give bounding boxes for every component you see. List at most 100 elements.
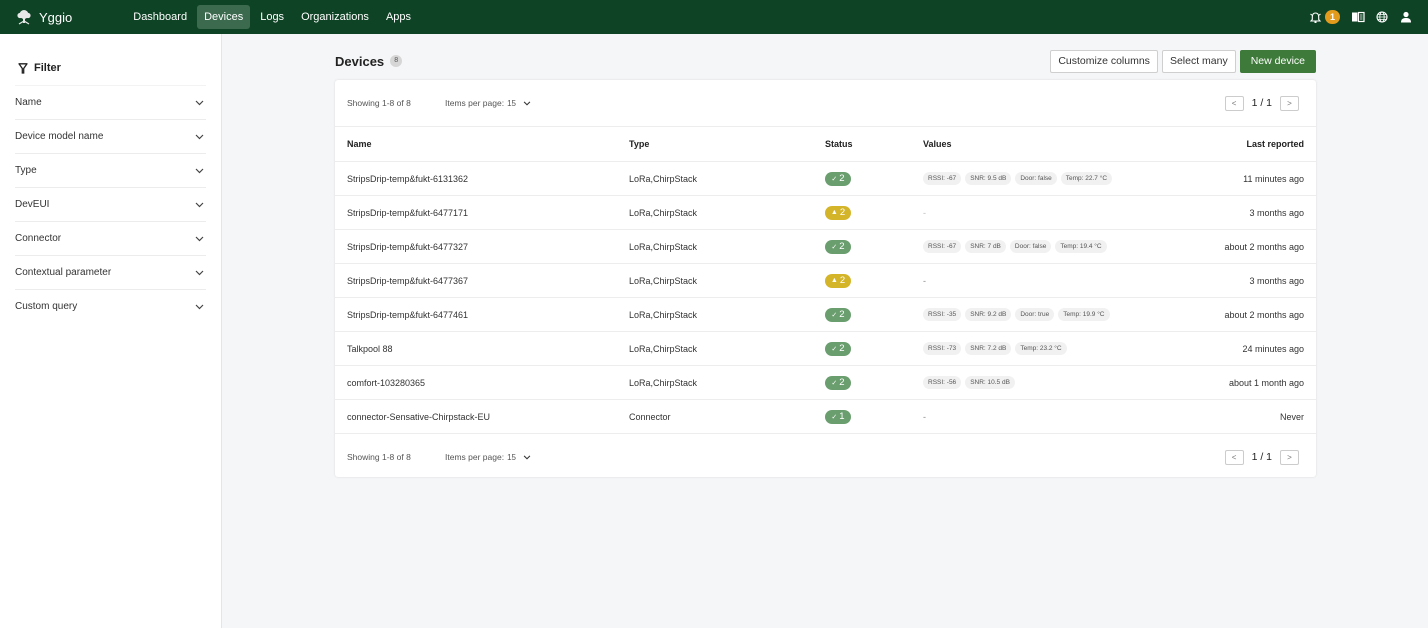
status-cell: ▲ 2 <box>813 263 911 298</box>
values-cell: - <box>911 195 1186 230</box>
status-badge[interactable]: ✓ 2 <box>825 341 851 356</box>
filter-deveui[interactable]: DevEUI <box>15 187 206 221</box>
device-type: LoRa,ChirpStack <box>617 365 813 400</box>
table-row[interactable]: connector-Sensative-Chirpstack-EU Connect… <box>335 399 1316 434</box>
column-header-type[interactable]: Type <box>617 126 813 162</box>
status-badge[interactable]: ▲ 2 <box>825 205 851 220</box>
notifications-button[interactable]: 1 <box>1306 7 1340 27</box>
select-many-button[interactable]: Select many <box>1161 49 1236 73</box>
device-name[interactable]: comfort-103280365 <box>335 365 617 400</box>
column-header-name[interactable]: Name <box>335 126 617 162</box>
status-count: 1 <box>839 411 845 422</box>
table-header-row: Name Type Status Values Last reported <box>335 126 1316 162</box>
table-row[interactable]: StripsDrip-temp&fukt-6477461 LoRa,ChirpSt… <box>335 297 1316 332</box>
check-icon: ✓ <box>831 311 838 319</box>
next-page-button[interactable]: > <box>1280 449 1299 465</box>
filter-device-model-name[interactable]: Device model name <box>15 119 206 153</box>
status-count: 2 <box>839 173 845 184</box>
device-name[interactable]: StripsDrip-temp&fukt-6477367 <box>335 263 617 298</box>
table-row[interactable]: comfort-103280365 LoRa,ChirpStack ✓ 2 RSSI: … <box>335 365 1316 400</box>
device-type: Connector <box>617 399 813 434</box>
values-cell: RSSI: -73 SNR: 7.2 dB Temp: 23.2 °C <box>911 331 1186 366</box>
nav-dashboard[interactable]: Dashboard <box>126 5 194 29</box>
main-nav: Dashboard Devices Logs Organizations App… <box>126 5 421 29</box>
device-name[interactable]: StripsDrip-temp&fukt-6477171 <box>335 195 617 230</box>
status-badge[interactable]: ✓ 2 <box>825 375 851 390</box>
values-cell: RSSI: -56 SNR: 10.5 dB <box>911 365 1186 400</box>
table-row[interactable]: StripsDrip-temp&fukt-6131362 LoRa,ChirpSt… <box>335 161 1316 196</box>
filter-custom-query[interactable]: Custom query <box>15 289 206 323</box>
status-count: 2 <box>839 275 846 286</box>
filter-connector[interactable]: Connector <box>15 221 206 255</box>
status-badge[interactable]: ✓ 2 <box>825 239 851 254</box>
column-header-status[interactable]: Status <box>813 126 911 162</box>
globe-icon[interactable] <box>1370 7 1394 27</box>
nav-devices[interactable]: Devices <box>197 5 251 29</box>
device-name[interactable]: connector-Sensative-Chirpstack-EU <box>335 399 617 434</box>
top-right-actions: 1 <box>1306 0 1428 34</box>
device-type: LoRa,ChirpStack <box>617 229 813 264</box>
filter-contextual-parameter[interactable]: Contextual parameter <box>15 255 206 289</box>
user-icon[interactable] <box>1394 7 1418 27</box>
filter-list: Name Device model name Type DevEUI Conne… <box>15 85 206 323</box>
last-reported: 11 minutes ago <box>1185 161 1316 196</box>
status-cell: ✓ 2 <box>813 297 911 332</box>
device-name[interactable]: StripsDrip-temp&fukt-6477327 <box>335 229 617 264</box>
device-name[interactable]: Talkpool 88 <box>335 331 617 366</box>
items-per-page-select[interactable]: Items per page: 15 <box>445 98 534 108</box>
items-per-page-select[interactable]: Items per page: 15 <box>445 452 534 462</box>
filter-label: Connector <box>15 233 62 244</box>
value-chip: SNR: 9.2 dB <box>965 308 1012 321</box>
table-row[interactable]: Talkpool 88 LoRa,ChirpStack ✓ 2 RSSI: -73 SNR… <box>335 331 1316 366</box>
value-chip: Door: false <box>1015 172 1057 185</box>
device-name[interactable]: StripsDrip-temp&fukt-6131362 <box>335 161 617 196</box>
book-icon[interactable] <box>1346 7 1370 27</box>
filter-type[interactable]: Type <box>15 153 206 187</box>
page-indicator: 1 / 1 <box>1251 97 1272 109</box>
warning-icon: ▲ <box>830 277 838 284</box>
empty-values: - <box>923 207 926 218</box>
last-reported: 24 minutes ago <box>1185 331 1316 366</box>
filter-icon <box>18 62 28 74</box>
status-cell: ✓ 2 <box>813 161 911 196</box>
chevron-down-icon <box>194 234 204 244</box>
pagination-bottom: Showing 1-8 of 8 Items per page: 15 < 1 … <box>335 434 1316 480</box>
column-header-values[interactable]: Values <box>911 126 1186 162</box>
customize-columns-button[interactable]: Customize columns <box>1050 49 1158 73</box>
pagination-top: Showing 1-8 of 8 Items per page: 15 < 1 … <box>335 80 1316 126</box>
new-device-button[interactable]: New device <box>1239 49 1316 73</box>
device-type: LoRa,ChirpStack <box>617 195 813 230</box>
values-cell: RSSI: -35 SNR: 9.2 dB Door: true Temp: 19.9… <box>911 297 1186 332</box>
status-badge[interactable]: ✓ 1 <box>825 409 851 424</box>
status-badge[interactable]: ▲ 2 <box>825 273 851 288</box>
value-chip: RSSI: -35 <box>923 308 962 321</box>
status-cell: ✓ 2 <box>813 229 911 264</box>
last-reported: about 2 months ago <box>1185 297 1316 332</box>
app-name: Yggio <box>39 9 73 25</box>
device-name[interactable]: StripsDrip-temp&fukt-6477461 <box>335 297 617 332</box>
column-header-last-reported[interactable]: Last reported <box>1185 126 1316 162</box>
chevron-down-icon <box>194 302 204 312</box>
status-cell: ▲ 2 <box>813 195 911 230</box>
nav-logs[interactable]: Logs <box>253 5 291 29</box>
table-row[interactable]: StripsDrip-temp&fukt-6477171 LoRa,ChirpSt… <box>335 195 1316 230</box>
table-row[interactable]: StripsDrip-temp&fukt-6477327 LoRa,ChirpSt… <box>335 229 1316 264</box>
value-chip: Temp: 22.7 °C <box>1060 172 1113 185</box>
next-page-button[interactable]: > <box>1280 95 1299 111</box>
prev-page-button[interactable]: < <box>1224 95 1244 111</box>
status-badge[interactable]: ✓ 2 <box>825 171 851 186</box>
value-chip: RSSI: -67 <box>923 172 962 185</box>
page-title: Devices <box>335 53 385 69</box>
nav-apps[interactable]: Apps <box>379 5 418 29</box>
app-logo[interactable]: Yggio <box>16 9 72 25</box>
filter-name[interactable]: Name <box>15 85 206 119</box>
value-chip: Temp: 19.9 °C <box>1058 308 1110 321</box>
table-row[interactable]: StripsDrip-temp&fukt-6477367 LoRa,ChirpSt… <box>335 263 1316 298</box>
items-per-page-value: 15 <box>507 452 516 462</box>
nav-organizations[interactable]: Organizations <box>294 5 376 29</box>
status-badge[interactable]: ✓ 2 <box>825 307 851 322</box>
prev-page-button[interactable]: < <box>1224 449 1244 465</box>
chevron-down-icon <box>194 132 204 142</box>
showing-text: Showing 1-8 of 8 <box>347 452 411 462</box>
filter-label: Custom query <box>15 301 78 312</box>
